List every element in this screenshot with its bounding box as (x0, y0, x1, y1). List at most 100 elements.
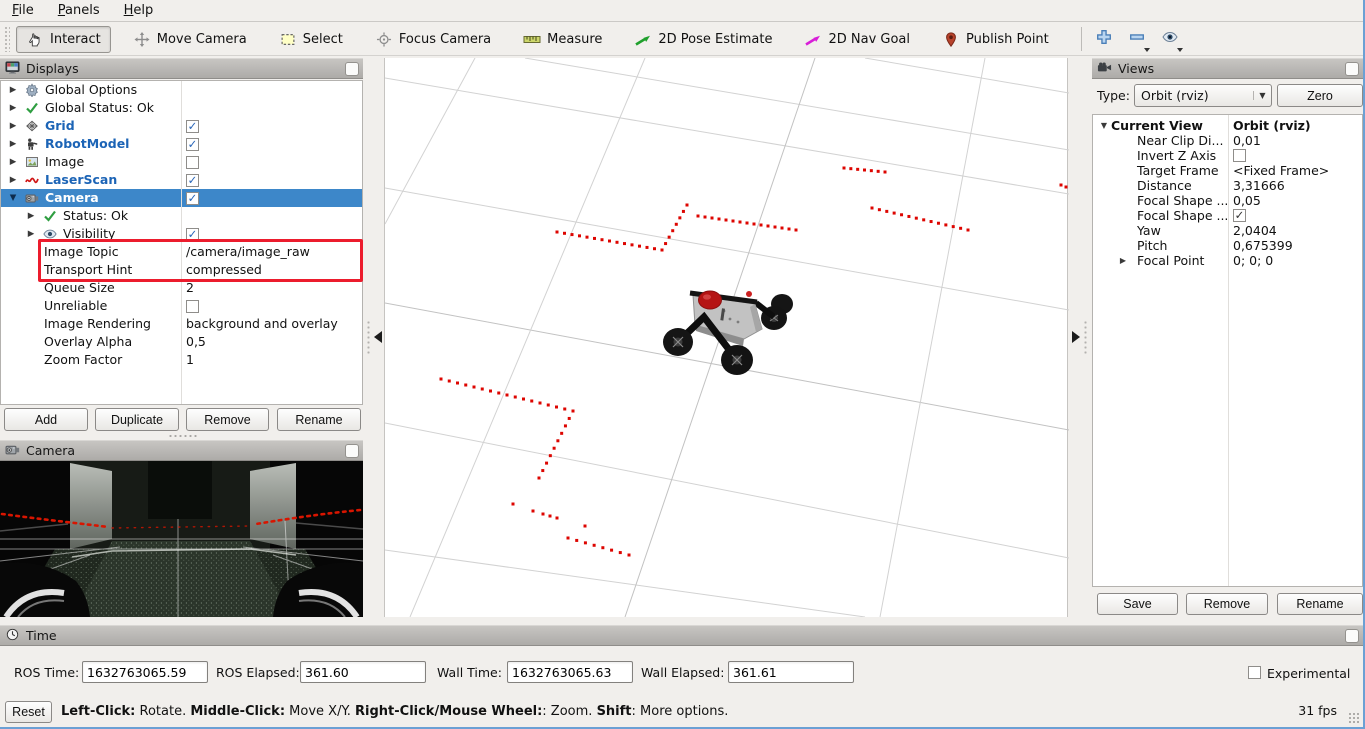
property-value[interactable]: background and overlay (186, 315, 338, 333)
image-icon (25, 155, 40, 170)
property-value[interactable]: compressed (186, 261, 262, 279)
property-value[interactable]: Orbit (rviz) (1233, 118, 1311, 133)
property-value[interactable]: 0,5 (186, 333, 206, 351)
camera-icon (25, 191, 40, 206)
unreliable-checkbox[interactable] (186, 300, 199, 313)
3d-viewport[interactable] (384, 58, 1068, 617)
views-panel-title: Views (1118, 61, 1154, 76)
tool-focus-camera[interactable]: Focus Camera (365, 26, 501, 53)
remove-display-button[interactable]: Remove (186, 408, 269, 431)
expander-icon[interactable]: ▶ (7, 117, 19, 135)
property-value[interactable]: 1 (186, 351, 194, 369)
property-value[interactable]: /camera/image_raw (186, 243, 310, 261)
tool-visibility[interactable] (1158, 27, 1182, 51)
splitter-handle[interactable] (168, 434, 198, 438)
laserscan-checkbox[interactable]: ✓ (186, 174, 199, 187)
property-value[interactable]: 3,31666 (1233, 178, 1285, 193)
right-panel-grip[interactable] (1083, 320, 1088, 354)
grid-checkbox[interactable]: ✓ (186, 120, 199, 133)
laser-scan-point (746, 222, 749, 225)
laser-scan-point (473, 386, 476, 389)
property-value[interactable]: <Fixed Frame> (1233, 163, 1329, 178)
laser-scan-point (884, 171, 887, 174)
duplicate-display-button[interactable]: Duplicate (95, 408, 179, 431)
dropdown-arrow-icon[interactable] (1177, 48, 1183, 52)
tool-interact[interactable]: Interact (16, 26, 111, 53)
experimental-checkbox[interactable] (1248, 666, 1261, 679)
expander-icon[interactable]: ▶ (1117, 253, 1129, 268)
wall-time-input[interactable] (507, 661, 633, 683)
camera-checkbox[interactable]: ✓ (186, 192, 199, 205)
camera-image[interactable] (0, 461, 363, 617)
expander-icon[interactable]: ▶ (7, 99, 19, 117)
expander-icon[interactable]: ▼ (7, 189, 19, 207)
tool-zoom-out[interactable] (1125, 27, 1149, 51)
laser-scan-point (915, 217, 918, 220)
laser-scan-point (697, 215, 700, 218)
ros-time-input[interactable] (82, 661, 208, 683)
tool-select[interactable]: Select (269, 26, 353, 53)
menu-panels[interactable]: Panels (46, 0, 112, 22)
ros-elapsed-input[interactable] (300, 661, 426, 683)
expander-icon[interactable]: ▶ (7, 171, 19, 189)
rename-view-button[interactable]: Rename (1277, 593, 1363, 615)
expander-icon[interactable]: ▶ (7, 135, 19, 153)
displays-float-button[interactable] (345, 62, 359, 76)
laser-scan-point (542, 513, 545, 516)
property-value[interactable]: 2,0404 (1233, 223, 1277, 238)
laser-scan-point (532, 510, 535, 513)
tool-2d-pose-estimate[interactable]: 2D Pose Estimate (624, 26, 782, 53)
view-type-select[interactable]: Orbit (rviz) ▼ (1134, 84, 1272, 107)
tool-zoom-in[interactable] (1092, 27, 1116, 51)
focal-shape-checkbox[interactable]: ✓ (1233, 209, 1246, 222)
property-value[interactable]: 0,01 (1233, 133, 1261, 148)
menu-help[interactable]: Help (112, 0, 166, 22)
add-display-button[interactable]: Add (4, 408, 88, 431)
reset-button[interactable]: Reset (5, 701, 52, 723)
hand-icon (26, 32, 44, 47)
expander-icon[interactable]: ▶ (7, 81, 19, 99)
laser-scan-point (586, 236, 589, 239)
laser-scan-point (553, 447, 556, 450)
dropdown-arrow-icon[interactable] (1144, 48, 1150, 52)
toolbar-grip[interactable] (4, 26, 10, 52)
menu-file[interactable]: File (0, 0, 46, 22)
menu-bar: FilePanelsHelp (0, 0, 1363, 22)
laser-scan-point (944, 223, 947, 226)
property-value[interactable]: 2 (186, 279, 194, 297)
laser-scan-point (843, 167, 846, 170)
resize-grip[interactable] (1348, 712, 1360, 724)
property-value[interactable]: 0,05 (1233, 193, 1261, 208)
views-float-button[interactable] (1345, 62, 1359, 76)
robotmodel-checkbox[interactable]: ✓ (186, 138, 199, 151)
zero-button[interactable]: Zero (1277, 84, 1363, 107)
property-value[interactable]: 0,675399 (1233, 238, 1293, 253)
expander-icon[interactable]: ▶ (25, 207, 37, 225)
left-panel-grip[interactable] (366, 320, 371, 354)
tool-publish-point[interactable]: Publish Point (932, 26, 1059, 53)
remove-view-button[interactable]: Remove (1186, 593, 1268, 615)
rename-display-button[interactable]: Rename (277, 408, 361, 431)
time-float-button[interactable] (1345, 629, 1359, 643)
view-type-value: Orbit (rviz) (1135, 88, 1253, 103)
camera-float-button[interactable] (345, 444, 359, 458)
visibility-checkbox[interactable]: ✓ (186, 228, 199, 241)
expander-icon[interactable]: ▶ (7, 153, 19, 171)
tool-move-camera[interactable]: Move Camera (123, 26, 257, 53)
laser-scan-point (556, 439, 559, 442)
image-checkbox[interactable] (186, 156, 199, 169)
laser-scan-point (907, 215, 910, 218)
invert-z-axis-checkbox[interactable] (1233, 149, 1246, 162)
collapse-left-arrow[interactable] (374, 331, 382, 343)
expander-icon[interactable]: ▼ (1098, 118, 1110, 133)
collapse-right-arrow[interactable] (1072, 331, 1080, 343)
expander-icon[interactable]: ▶ (25, 225, 37, 243)
tool-2d-nav-goal[interactable]: 2D Nav Goal (794, 26, 920, 53)
wall-elapsed-input[interactable] (728, 661, 854, 683)
save-view-button[interactable]: Save (1097, 593, 1178, 615)
property-value[interactable]: 0; 0; 0 (1233, 253, 1273, 268)
laser-scan-point (456, 382, 459, 385)
tool-measure[interactable]: Measure (513, 26, 612, 53)
grid-line (385, 78, 1069, 194)
laser-scan-point (671, 229, 674, 232)
